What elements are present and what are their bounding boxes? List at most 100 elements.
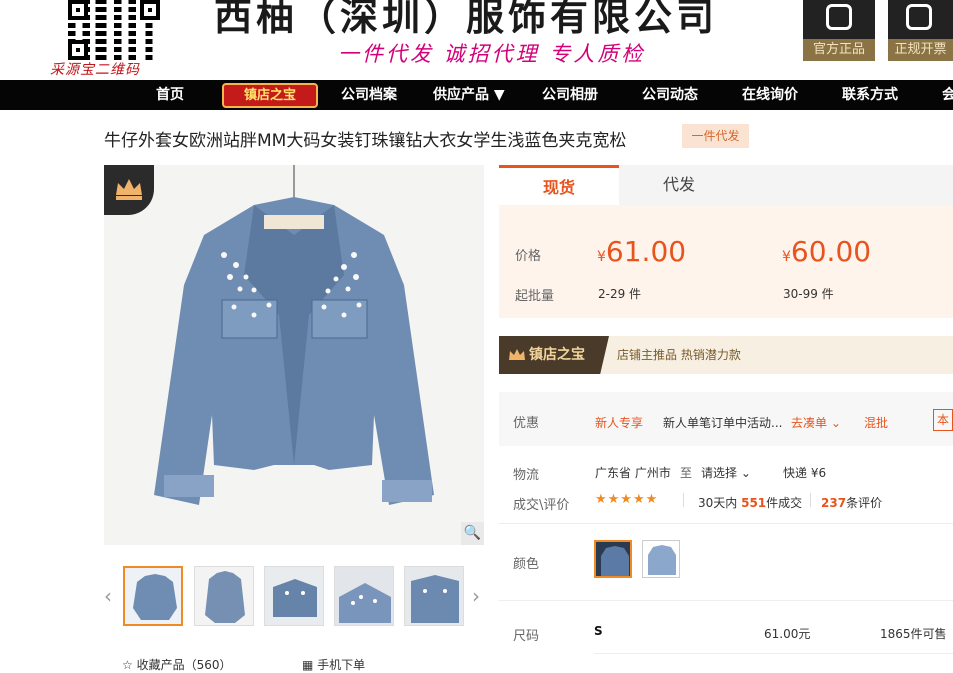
thumb-prev-icon[interactable]: ‹: [104, 584, 112, 608]
new-user-tag[interactable]: 新人专享: [595, 414, 643, 431]
qr-caption: 采源宝二维码: [50, 62, 140, 78]
shop-treasure-badge: 镇店之宝: [499, 336, 609, 374]
mobile-order-label: 手机下单: [317, 658, 366, 672]
divider: [499, 600, 953, 601]
price-box: [499, 205, 953, 318]
badge-invoice[interactable]: 正规开票: [888, 0, 953, 61]
tab-proxy-label: 代发: [662, 175, 695, 194]
oem-tag: 一件代发: [682, 124, 749, 148]
chevron-down-icon: ⌄: [830, 416, 841, 430]
nav-company-profile[interactable]: 公司档案: [341, 80, 397, 110]
thumbnail[interactable]: [123, 566, 183, 626]
rating-stars: ★★★★★: [595, 492, 659, 507]
shop-treasure-label: 镇店之宝: [529, 347, 585, 363]
invoice-icon: [906, 4, 932, 30]
thumbnail[interactable]: [334, 566, 394, 626]
deal-count-value: 551: [741, 496, 767, 510]
ship-to-word: 至: [680, 466, 693, 480]
mobile-order-button[interactable]: ▦ 手机下单: [302, 656, 365, 673]
corner-tag[interactable]: 本: [933, 409, 953, 431]
divider: [499, 523, 953, 524]
nav-home[interactable]: 首页: [156, 80, 184, 110]
crown-icon: [509, 349, 525, 360]
deal-count-suffix: 件成交: [766, 496, 803, 510]
size-stock: 1865件可售: [880, 627, 947, 641]
price-value: 60.00: [790, 235, 872, 268]
ship-from: 广东省 广州市: [595, 466, 671, 480]
nav-album[interactable]: 公司相册: [542, 80, 598, 110]
nav-news[interactable]: 公司动态: [642, 80, 698, 110]
review-count[interactable]: 237条评价: [821, 494, 882, 511]
divider: [810, 493, 811, 507]
color-label: 颜色: [513, 557, 540, 572]
price-value: 61.00: [605, 235, 687, 268]
logistics-label: 物流: [513, 468, 540, 483]
deal-count: 30天内 551件成交: [698, 494, 802, 511]
badge-label: 官方正品: [803, 39, 875, 61]
crown-badge: [104, 165, 154, 215]
color-swatch-light[interactable]: [642, 540, 680, 578]
color-swatch-dark[interactable]: [594, 540, 632, 578]
nav-shop-treasure[interactable]: 镇店之宝: [222, 83, 318, 108]
size-value: S: [594, 624, 603, 638]
ship-to-label: 请选择: [701, 466, 738, 480]
denim-jacket-image: [104, 165, 484, 545]
crown-icon: [116, 179, 142, 200]
chevron-down-icon: ⌄: [740, 466, 751, 480]
ship-to-select[interactable]: 请选择 ⌄: [701, 464, 751, 481]
divider: [594, 653, 953, 654]
make-up-order-link[interactable]: 去凑单 ⌄: [791, 414, 841, 431]
moq-tier-2: 30-99 件: [783, 287, 834, 301]
promo-desc: 新人单笔订单中活动...: [663, 416, 783, 430]
make-up-label: 去凑单: [791, 416, 828, 430]
price-label: 价格: [515, 249, 542, 264]
thumb-next-icon[interactable]: ›: [472, 584, 480, 608]
deal-days: 30天内: [698, 496, 738, 510]
thumbnail[interactable]: [264, 566, 324, 626]
product-main-image[interactable]: [104, 165, 484, 545]
moq-tier-1: 2-29 件: [598, 287, 642, 301]
zoom-icon[interactable]: 🔍: [461, 522, 484, 545]
size-label: 尺码: [513, 629, 540, 644]
currency-symbol: ¥: [597, 249, 606, 265]
qr-small-icon: ▦: [302, 658, 318, 672]
mixed-batch-link[interactable]: 混批: [864, 414, 888, 431]
thumbnail[interactable]: [194, 566, 254, 626]
review-count-suffix: 条评价: [846, 496, 883, 510]
badge-genuine[interactable]: 官方正品: [803, 0, 875, 61]
express-fee: 快递 ¥6: [783, 466, 827, 480]
favorite-label: 收藏产品（560）: [136, 658, 232, 672]
qr-code: [68, 0, 160, 60]
promo-label: 优惠: [513, 416, 540, 431]
price-tier-1: ¥61.00: [597, 235, 686, 268]
review-count-value: 237: [821, 496, 847, 510]
nav-products[interactable]: 供应产品 ▼: [433, 80, 505, 110]
tab-proxy[interactable]: 代发: [619, 165, 953, 205]
thumbnail-image: [265, 567, 323, 625]
thumbnail-image: [195, 567, 253, 625]
main-nav: 首页 公司档案 供应产品 ▼ 公司相册 公司动态 在线询价 联系方式 会: [0, 80, 953, 110]
shop-treasure-desc: 店铺主推品 热销潜力款: [617, 348, 741, 362]
moq-label: 起批量: [515, 289, 555, 304]
favorite-button[interactable]: ☆ 收藏产品（560）: [122, 656, 231, 673]
deal-label: 成交\评价: [513, 498, 570, 513]
swatch-image: [596, 542, 630, 576]
product-title: 牛仔外套女欧洲站胖MM大码女装钉珠镶钻大衣女学生浅蓝色夹克宽松: [104, 131, 627, 151]
size-price: 61.00元: [764, 627, 811, 641]
thumbnail-image: [335, 567, 393, 625]
tab-spot[interactable]: 现货: [499, 165, 619, 205]
price-tier-2: ¥60.00: [782, 235, 871, 268]
badge-label: 正规开票: [888, 39, 953, 61]
thumbnail[interactable]: [404, 566, 464, 626]
shop-treasure-bar[interactable]: 镇店之宝 店铺主推品 热销潜力款: [499, 336, 953, 374]
currency-symbol: ¥: [782, 249, 791, 265]
thumbnail-image: [405, 567, 463, 625]
star-outline-icon: ☆: [122, 658, 137, 672]
company-name: 西柚（深圳）服饰有限公司: [214, 0, 719, 39]
nav-more[interactable]: 会: [942, 80, 953, 110]
nav-contact[interactable]: 联系方式: [842, 80, 898, 110]
thumbnail-image: [125, 568, 181, 624]
swatch-image: [643, 541, 679, 577]
divider: [683, 493, 684, 507]
nav-inquiry[interactable]: 在线询价: [742, 80, 798, 110]
